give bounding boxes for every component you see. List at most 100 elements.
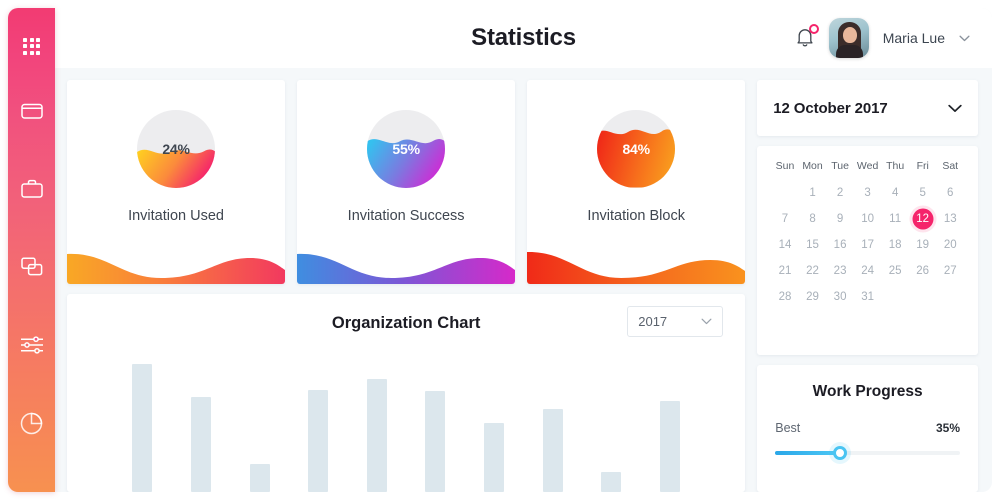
date-picker[interactable]: 12 October 2017 [757, 80, 978, 136]
calendar-day[interactable]: 22 [799, 259, 827, 283]
calendar-day[interactable]: 16 [826, 233, 854, 257]
bar-6[interactable] [425, 390, 446, 492]
sidebar-item-reports[interactable] [8, 384, 55, 462]
slider-knob[interactable] [832, 446, 847, 460]
calendar-day[interactable]: 19 [909, 233, 937, 257]
calendar-day-header: Sat [942, 160, 959, 172]
bar-4[interactable] [308, 389, 329, 492]
calendar-day-selected[interactable]: 12 [909, 207, 937, 231]
calendar-day[interactable]: 20 [936, 233, 964, 257]
bar-7[interactable] [484, 422, 505, 492]
bar-5[interactable] [366, 379, 387, 492]
work-progress-title: Work Progress [812, 383, 923, 400]
date-picker-label: 12 October 2017 [773, 99, 888, 117]
avatar[interactable] [828, 18, 869, 58]
sidebar-item-messages[interactable] [8, 228, 55, 306]
bar-slot [230, 364, 289, 492]
stat-card-invitation-used[interactable]: 24% Invitation Used [67, 80, 286, 284]
gauge-percent: 84% [622, 141, 650, 157]
calendar-day[interactable]: 25 [881, 259, 909, 283]
year-select-value: 2017 [638, 314, 668, 329]
calendar-day[interactable]: 26 [909, 259, 937, 283]
calendar-grid: Sun Mon Tue Wed Thu Fri Sat 1 2 3 4 5 6 7 8 9 10 11 12 13 14… [771, 160, 964, 309]
gauge-invitation-used: 24% [137, 110, 216, 188]
calendar-day[interactable]: 17 [854, 233, 882, 257]
calendar-day[interactable]: 8 [799, 207, 827, 231]
dashboard-window: Statistics Maria Lue 24% Invitation Used… [0, 0, 1000, 500]
chevron-down-icon[interactable] [959, 35, 970, 42]
briefcase-icon [20, 179, 43, 198]
bar-8[interactable] [542, 408, 563, 492]
sidebar-item-projects[interactable] [8, 72, 55, 150]
calendar-day[interactable]: 7 [771, 207, 799, 231]
calendar-day[interactable]: 14 [771, 233, 799, 257]
gauge-percent: 24% [162, 141, 190, 157]
pie-chart-icon [20, 412, 43, 434]
stat-card-label: Invitation Used [128, 208, 224, 224]
gauge-percent: 55% [392, 141, 420, 157]
work-progress-slider[interactable] [775, 445, 960, 461]
slider-fill [775, 451, 840, 455]
work-progress-row: Best 35% [775, 421, 960, 435]
calendar-day[interactable]: 18 [881, 233, 909, 257]
organization-chart-card: Organization Chart 2017 [67, 294, 746, 492]
sidebar-item-work[interactable] [8, 150, 55, 228]
calendar-day[interactable]: 23 [826, 259, 854, 283]
stat-card-invitation-success[interactable]: 55% Invitation Success [297, 80, 516, 284]
sliders-icon [20, 336, 43, 354]
calendar-day-header: Wed [856, 160, 879, 172]
calendar-day[interactable]: 27 [936, 259, 964, 283]
top-bar: Statistics Maria Lue [55, 8, 992, 68]
calendar-day[interactable]: 29 [799, 285, 827, 309]
calendar-day[interactable]: 9 [826, 207, 854, 231]
calendar-day[interactable]: 6 [936, 181, 964, 205]
calendar-day[interactable]: 11 [881, 207, 909, 231]
organization-chart-title: Organization Chart [331, 313, 481, 332]
calendar-day[interactable]: 21 [771, 259, 799, 283]
calendar-day[interactable]: 3 [854, 181, 882, 205]
stat-card-invitation-block[interactable]: 84% Invitation Block [527, 80, 746, 284]
bar-slot [523, 364, 582, 492]
bar-9[interactable] [601, 471, 622, 492]
calendar: Sun Mon Tue Wed Thu Fri Sat 1 2 3 4 5 6 7 8 9 10 11 12 13 14… [757, 146, 978, 355]
sidebar-item-apps[interactable] [8, 20, 55, 72]
calendar-day[interactable]: 2 [826, 181, 854, 205]
calendar-day[interactable]: 24 [854, 259, 882, 283]
calendar-day[interactable]: 4 [881, 181, 909, 205]
calendar-day[interactable]: 28 [771, 285, 799, 309]
bar-slot [172, 364, 231, 492]
bar-10[interactable] [659, 401, 680, 492]
main-area: Statistics Maria Lue 24% Invitation Used… [55, 8, 992, 492]
calendar-blank-cell [771, 181, 799, 205]
gauge-invitation-success: 55% [367, 110, 446, 188]
folder-icon [20, 103, 43, 119]
notification-badge [808, 24, 819, 34]
bar-slot [348, 364, 407, 492]
calendar-day-header: Thu [886, 160, 905, 172]
card-wave [67, 248, 286, 284]
chat-icon [20, 257, 42, 276]
bar-2[interactable] [190, 397, 211, 492]
gauge-invitation-block: 84% [597, 110, 676, 188]
calendar-day[interactable]: 5 [909, 181, 937, 205]
bar-1[interactable] [132, 364, 153, 492]
sidebar-item-settings[interactable] [8, 306, 55, 384]
stat-card-label: Invitation Success [347, 208, 465, 224]
calendar-day[interactable]: 1 [799, 181, 827, 205]
calendar-day[interactable]: 13 [936, 207, 964, 231]
chevron-down-icon [701, 318, 712, 325]
bar-chart [67, 364, 745, 492]
calendar-day[interactable]: 15 [799, 233, 827, 257]
calendar-day-header: Mon [802, 160, 823, 172]
card-wave [527, 248, 746, 284]
calendar-day[interactable]: 31 [854, 285, 882, 309]
calendar-day[interactable]: 10 [854, 207, 882, 231]
year-select[interactable]: 2017 [627, 306, 724, 337]
bar-3[interactable] [249, 463, 270, 492]
notifications-button[interactable] [795, 24, 819, 50]
calendar-day-header: Fri [916, 160, 929, 172]
work-progress-card: Work Progress Best 35% [757, 365, 978, 492]
card-wave [297, 248, 516, 284]
sidebar [8, 8, 55, 492]
calendar-day[interactable]: 30 [826, 285, 854, 309]
